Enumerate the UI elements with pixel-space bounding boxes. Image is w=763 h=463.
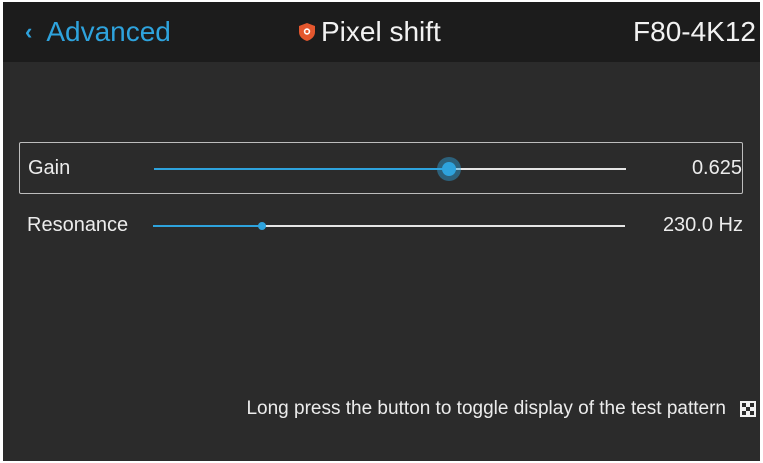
resonance-slider[interactable]	[153, 222, 625, 230]
gain-slider-fill	[154, 168, 449, 170]
pixel-shift-screen: ‹ Advanced Pixel shift F80-4K12 Gain 0.6…	[3, 2, 760, 461]
shield-icon	[299, 23, 315, 41]
gain-slider[interactable]	[154, 162, 626, 176]
resonance-label: Resonance	[27, 214, 129, 236]
chevron-left-icon: ‹	[25, 19, 33, 44]
back-label: Advanced	[46, 16, 171, 47]
resonance-slider-fill	[153, 225, 262, 227]
hint-text: Long press the button to toggle display …	[246, 398, 726, 419]
page-title-text: Pixel shift	[321, 16, 441, 47]
back-button[interactable]: ‹ Advanced	[25, 14, 171, 50]
test-pattern-icon	[740, 401, 756, 417]
resonance-slider-thumb[interactable]	[257, 222, 266, 230]
page-title: Pixel shift	[299, 14, 441, 50]
gain-setting-row[interactable]: Gain 0.625	[19, 142, 743, 194]
gain-slider-thumb[interactable]	[442, 162, 456, 176]
gain-label: Gain	[28, 157, 71, 179]
model-name: F80-4K12	[633, 16, 756, 47]
header-bar: ‹ Advanced Pixel shift F80-4K12	[3, 2, 760, 62]
test-pattern-hint: Long press the button to toggle display …	[246, 396, 756, 422]
resonance-value: 230.0 Hz	[662, 214, 743, 236]
resonance-setting-row[interactable]: Resonance 230.0 Hz	[19, 200, 743, 252]
gain-value: 0.625	[691, 157, 742, 179]
